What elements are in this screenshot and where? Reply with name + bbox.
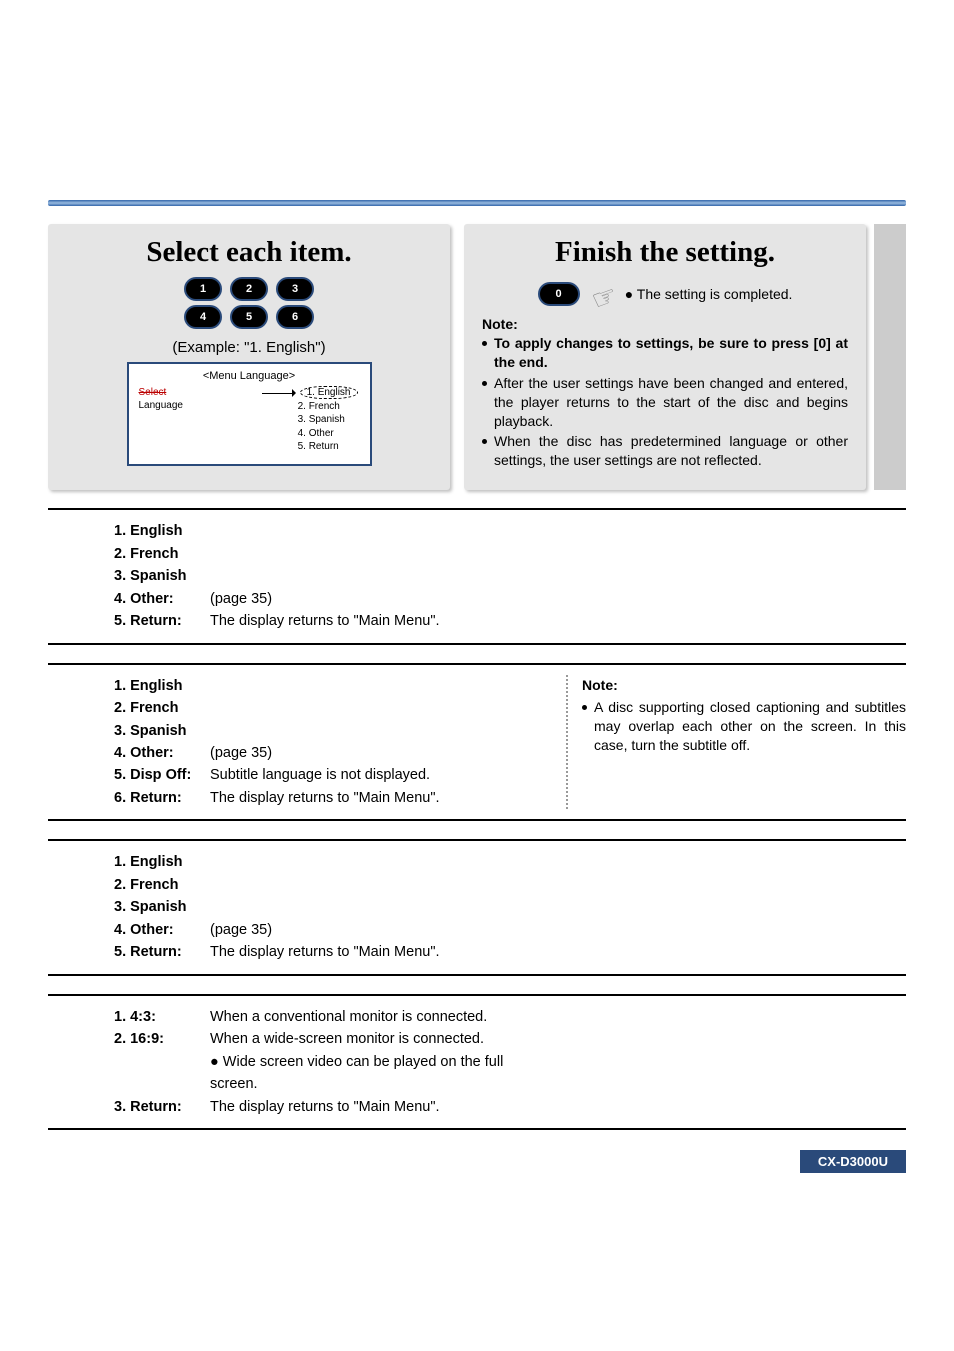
side-tab xyxy=(874,224,906,490)
osd-item-other[interactable]: 4. Other xyxy=(298,427,360,441)
opt-label: 2. French xyxy=(114,874,210,896)
step2-title: Select each item. xyxy=(66,236,432,269)
subtitle-language-options: 1. English 2. French 3. Spanish 4. Other… xyxy=(48,663,906,822)
note-label: Note: xyxy=(582,675,906,697)
osd-language-list: 1. English 2. French 3. Spanish 4. Other… xyxy=(298,386,360,454)
finish-notes-list: To apply changes to settings, be sure to… xyxy=(482,334,848,470)
opt-label: 2. 16:9: xyxy=(114,1028,210,1050)
menu-language-options: 1. English 2. French 3. Spanish 4. Other… xyxy=(48,508,906,644)
note-after-change: After the user settings have been change… xyxy=(482,374,848,431)
osd-left-language: Language xyxy=(139,399,184,412)
step-select-item-card: Select each item. 1 2 3 4 5 6 (Example: … xyxy=(48,224,450,490)
model-badge: CX-D3000U xyxy=(800,1150,906,1173)
step3-title: Finish the setting. xyxy=(482,236,848,269)
remote-key-2[interactable]: 2 xyxy=(230,277,268,301)
subtitle-note-text: A disc supporting closed captioning and … xyxy=(582,698,906,755)
press-hand-icon: ☞ xyxy=(587,278,622,318)
remote-key-1[interactable]: 1 xyxy=(184,277,222,301)
opt-label: 3. Spanish xyxy=(114,896,210,918)
osd-left-select: Select xyxy=(139,386,184,399)
remote-key-3[interactable]: 3 xyxy=(276,277,314,301)
remote-key-5[interactable]: 5 xyxy=(230,305,268,329)
remote-keypad: 1 2 3 4 5 6 xyxy=(66,277,432,329)
opt-label: 3. Spanish xyxy=(114,720,210,742)
note-press-0: To apply changes to settings, be sure to… xyxy=(482,334,848,372)
opt-label: 4. Other: xyxy=(114,588,210,610)
opt-label: 6. Return: xyxy=(114,787,210,809)
opt-label: 3. Spanish xyxy=(114,565,210,587)
opt-label: 4. Other: xyxy=(114,742,210,764)
header-band xyxy=(48,40,906,200)
blue-divider xyxy=(48,200,906,206)
opt-label: 3. Return: xyxy=(114,1096,210,1118)
opt-label: 2. French xyxy=(114,543,210,565)
osd-item-french[interactable]: 2. French xyxy=(298,400,360,414)
setting-completed-text: ● The setting is completed. xyxy=(625,286,793,302)
osd-left-labels: Select Language xyxy=(139,386,184,454)
tv-aspect-options: 1. 4:3:When a conventional monitor is co… xyxy=(48,994,906,1130)
osd-item-english[interactable]: 1. English xyxy=(300,386,358,399)
step-finish-setting-card: Finish the setting. 0 ☞ ● The setting is… xyxy=(464,224,866,490)
note-label: Note: xyxy=(482,316,848,332)
opt-label: 1. 4:3: xyxy=(114,1006,210,1028)
osd-menu-language: <Menu Language> Select Language 1. Engli… xyxy=(127,362,372,466)
opt-label: 5. Return: xyxy=(114,610,210,632)
subtitle-note-block: Note: A disc supporting closed captionin… xyxy=(566,675,906,810)
opt-label: 1. English xyxy=(114,851,210,873)
opt-label: 1. English xyxy=(114,675,210,697)
opt-label xyxy=(114,1051,210,1096)
osd-title: <Menu Language> xyxy=(139,370,360,382)
audio-language-options: 1. English 2. French 3. Spanish 4. Other… xyxy=(48,839,906,975)
note-predetermined: When the disc has predetermined language… xyxy=(482,432,848,470)
example-caption: (Example: "1. English") xyxy=(66,339,432,356)
remote-key-6[interactable]: 6 xyxy=(276,305,314,329)
remote-key-4[interactable]: 4 xyxy=(184,305,222,329)
opt-label: 2. French xyxy=(114,697,210,719)
opt-label: 1. English xyxy=(114,520,210,542)
opt-label: 4. Other: xyxy=(114,919,210,941)
osd-item-return[interactable]: 5. Return xyxy=(298,440,360,454)
opt-label: 5. Return: xyxy=(114,941,210,963)
opt-label: 5. Disp Off: xyxy=(114,764,210,786)
osd-item-spanish[interactable]: 3. Spanish xyxy=(298,413,360,427)
remote-key-0[interactable]: 0 xyxy=(538,282,580,306)
